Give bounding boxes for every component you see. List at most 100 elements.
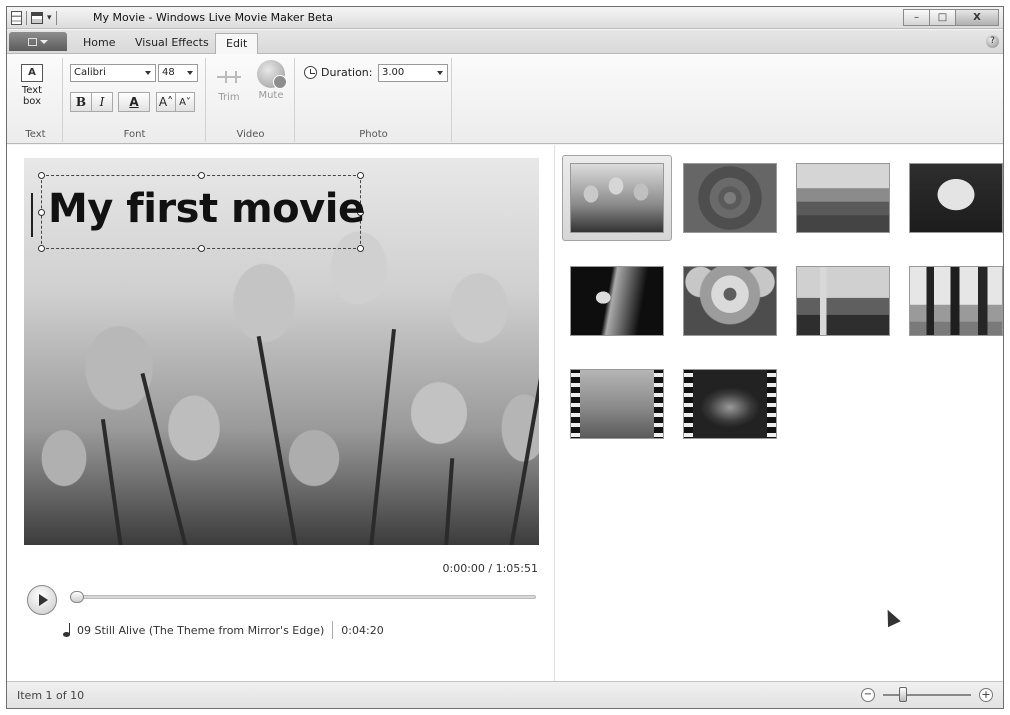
storyboard-item-desert[interactable] <box>796 163 890 233</box>
music-track-row: 09 Still Alive (The Theme from Mirror's … <box>63 621 384 639</box>
italic-button[interactable]: I <box>91 92 113 112</box>
status-bar: Item 1 of 10 − + <box>7 681 1003 708</box>
storyboard-item-video-1[interactable] <box>570 369 664 439</box>
music-duration: 0:04:20 <box>341 623 384 637</box>
zoom-slider[interactable] <box>883 687 971 702</box>
tab-visual-effects[interactable]: Visual Effects <box>125 33 219 54</box>
storyboard-item-penguins[interactable] <box>909 266 1003 336</box>
mute-label: Mute <box>258 90 284 101</box>
resize-handle[interactable] <box>198 172 205 179</box>
help-icon[interactable]: ? <box>986 35 999 48</box>
toolbar-divider <box>26 11 27 25</box>
duration-label: Duration: <box>321 66 373 79</box>
filmstrip-icon <box>684 370 776 438</box>
mouse-cursor-icon <box>881 606 901 628</box>
resize-handle[interactable] <box>38 245 45 252</box>
chevron-down-icon <box>40 39 48 44</box>
music-note-icon <box>63 623 73 637</box>
zoom-out-button[interactable]: − <box>861 688 875 702</box>
storyboard-pane <box>556 145 1003 683</box>
photo-group: Duration: 3.00 Photo <box>296 58 452 142</box>
menu-icon <box>28 37 37 46</box>
text-box-button[interactable]: A Text box <box>17 64 47 107</box>
application-menu-button[interactable] <box>9 32 67 51</box>
storyboard-item-koala[interactable] <box>683 266 777 336</box>
customize-toolbar-dropdown-icon[interactable]: ▾ <box>47 13 52 23</box>
grow-font-button[interactable]: A˄ <box>156 92 176 112</box>
resize-handle[interactable] <box>198 245 205 252</box>
storyboard-item-chrysanthemum[interactable] <box>683 163 777 233</box>
chevron-down-icon <box>437 71 443 75</box>
text-caret <box>31 193 33 237</box>
save-icon[interactable] <box>31 12 43 24</box>
text-group: A Text box Text <box>9 58 63 142</box>
text-box-icon: A <box>21 64 43 82</box>
bold-button[interactable]: B <box>70 92 92 112</box>
close-button[interactable]: X <box>955 9 999 26</box>
play-button[interactable] <box>27 585 57 615</box>
zoom-in-button[interactable]: + <box>979 688 993 702</box>
text-group-label: Text <box>25 129 46 140</box>
tab-edit[interactable]: Edit <box>215 33 259 54</box>
seek-bar[interactable] <box>70 591 536 603</box>
mute-icon <box>257 60 287 89</box>
maximize-button[interactable]: □ <box>929 9 956 26</box>
text-box-label: Text box <box>21 85 43 107</box>
video-group: Trim Mute Video <box>207 58 295 142</box>
tab-home[interactable]: Home <box>73 33 125 54</box>
tulip-stem <box>256 335 298 545</box>
status-text: Item 1 of 10 <box>17 689 85 702</box>
tulip-stem <box>444 458 455 545</box>
video-group-label: Video <box>236 129 265 140</box>
caption-text[interactable]: My first movie <box>48 186 365 232</box>
duration-value: 3.00 <box>382 67 405 78</box>
trim-button[interactable]: Trim <box>211 66 247 103</box>
storyboard-item-video-2[interactable] <box>683 369 777 439</box>
app-icon[interactable] <box>11 11 22 25</box>
window-title: My Movie - Windows Live Movie Maker Beta <box>93 11 333 24</box>
font-size-dropdown[interactable]: 48 <box>158 64 198 82</box>
timecode: 0:00:00 / 1:05:51 <box>442 562 538 575</box>
preview-monitor[interactable]: My first movie <box>24 158 539 545</box>
tulip-stem <box>100 418 123 545</box>
resize-handle[interactable] <box>38 209 45 216</box>
resize-handle[interactable] <box>357 245 364 252</box>
storyboard-item-lighthouse[interactable] <box>796 266 890 336</box>
tulip-stem <box>509 360 539 545</box>
font-family-dropdown[interactable]: Calibri <box>70 64 156 82</box>
storyboard-item-jellyfish[interactable] <box>570 266 664 336</box>
font-group-label: Font <box>123 129 146 140</box>
resize-handle[interactable] <box>38 172 45 179</box>
music-title: 09 Still Alive (The Theme from Mirror's … <box>77 623 325 637</box>
tulip-stem <box>369 328 396 545</box>
mute-button[interactable]: Mute <box>253 60 289 101</box>
filmstrip-icon <box>571 370 663 438</box>
trim-label: Trim <box>218 92 240 103</box>
title-bar: ▾ My Movie - Windows Live Movie Maker Be… <box>7 7 1003 29</box>
duration-dropdown[interactable]: 3.00 <box>378 64 448 82</box>
ribbon: A Text box Text Calibri 48 B I A A˄ A˅ F… <box>7 54 1003 144</box>
chevron-down-icon <box>187 71 193 75</box>
font-size-value: 48 <box>162 67 175 78</box>
toolbar-divider <box>55 11 57 25</box>
resize-handle[interactable] <box>357 172 364 179</box>
duration-label-row: Duration: <box>304 66 372 79</box>
trim-icon <box>215 66 243 88</box>
main-area: My first movie 0:00:00 / 1:05:51 09 Stil… <box>7 145 1003 683</box>
photo-group-label: Photo <box>359 129 388 140</box>
preview-pane: My first movie 0:00:00 / 1:05:51 09 Stil… <box>7 145 555 683</box>
storyboard-item-hydrangeas[interactable] <box>909 163 1003 233</box>
chevron-down-icon <box>145 71 151 75</box>
quick-access-toolbar: ▾ <box>11 10 57 26</box>
storyboard-item-tulips[interactable] <box>570 163 664 233</box>
zoom-slider-thumb[interactable] <box>899 687 907 702</box>
font-family-value: Calibri <box>74 67 106 78</box>
shrink-font-button[interactable]: A˅ <box>175 92 195 112</box>
window-controls: – □ X <box>903 9 999 26</box>
minimize-button[interactable]: – <box>903 9 930 26</box>
seek-thumb[interactable] <box>70 591 84 603</box>
tulip-stem <box>140 372 188 545</box>
ribbon-tab-row: Home Visual Effects Edit ? <box>7 30 1003 54</box>
font-group: Calibri 48 B I A A˄ A˅ Font <box>64 58 206 142</box>
font-color-button[interactable]: A <box>118 92 150 112</box>
